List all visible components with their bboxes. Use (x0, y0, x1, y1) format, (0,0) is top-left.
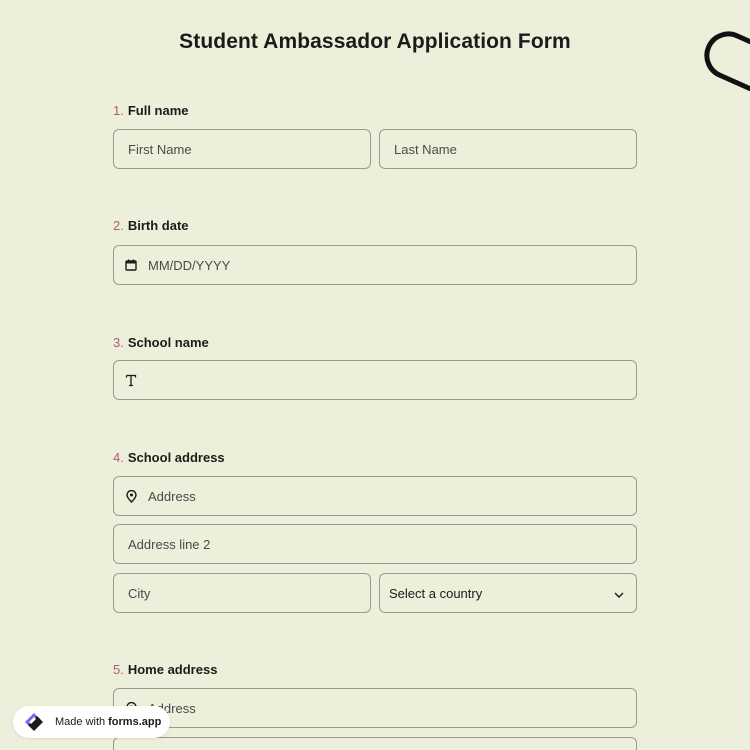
school-address-line2-input[interactable]: Address line 2 (113, 524, 637, 564)
made-with-badge[interactable]: Made with forms.app (13, 706, 170, 738)
school-address-placeholder: Address (148, 488, 196, 504)
question-number: 5. (113, 662, 124, 677)
country-select-value: Select a country (389, 585, 483, 601)
question-text: Home address (127, 662, 218, 677)
question-number: 1. (113, 103, 124, 118)
address-line2-placeholder: Address line 2 (128, 536, 211, 552)
form-title: Student Ambassador Application Form (179, 30, 571, 53)
question-label-school-address: 4. School address (113, 450, 225, 465)
first-name-placeholder: First Name (128, 141, 192, 157)
question-text: School address (127, 450, 225, 465)
last-name-input[interactable]: Last Name (379, 129, 637, 169)
birth-date-placeholder: MM/DD/YYYY (148, 257, 231, 273)
calendar-icon (124, 258, 138, 272)
city-placeholder: City (128, 585, 151, 601)
question-number: 3. (113, 335, 124, 350)
question-label-birth-date: 2. Birth date (113, 218, 189, 233)
question-text: Full name (127, 103, 189, 118)
home-address-input[interactable]: Address (113, 688, 637, 728)
badge-prefix: Made with (55, 716, 106, 728)
last-name-placeholder: Last Name (394, 141, 457, 157)
school-address-input[interactable]: Address (113, 476, 637, 516)
birth-date-input[interactable]: MM/DD/YYYY (113, 245, 637, 285)
chevron-down-icon (614, 586, 624, 601)
question-number: 2. (113, 218, 124, 233)
question-text: School name (127, 335, 209, 350)
school-city-input[interactable]: City (113, 573, 371, 613)
text-type-icon (124, 373, 138, 387)
school-name-input[interactable] (113, 360, 637, 400)
school-country-select[interactable]: Select a country (379, 573, 637, 613)
question-number: 4. (113, 450, 124, 465)
question-text: Birth date (127, 218, 189, 233)
location-pin-icon (124, 489, 138, 503)
forms-app-logo-icon (19, 710, 49, 734)
home-address-line2-input[interactable] (113, 737, 637, 750)
badge-brand: forms.app (108, 716, 162, 728)
question-label-full-name: 1. Full name (113, 103, 189, 118)
first-name-input[interactable]: First Name (113, 129, 371, 169)
question-label-school-name: 3. School name (113, 335, 209, 350)
question-label-home-address: 5. Home address (113, 662, 217, 677)
